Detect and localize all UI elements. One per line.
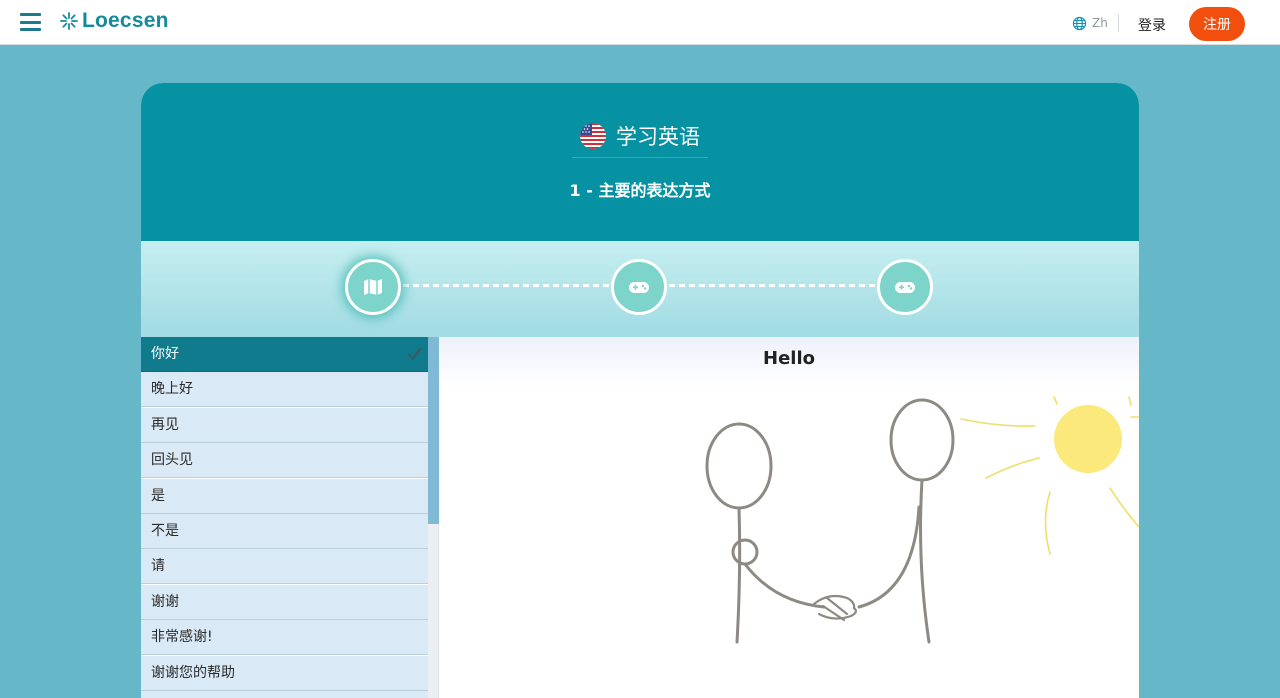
lesson-title: 1 - 主要的表达方式: [569, 181, 711, 200]
step-map-button[interactable]: [345, 259, 401, 315]
sun-icon: [960, 396, 1139, 555]
phrase-label: 请: [151, 558, 165, 575]
progress-track: [141, 241, 1139, 337]
progress-connector: [669, 284, 879, 287]
phrase-label: 谢谢: [151, 593, 179, 610]
login-link[interactable]: 登录: [1138, 15, 1166, 35]
phrase-label: 不是: [151, 523, 179, 539]
phrase-label: 再见: [151, 416, 179, 433]
phrase-label: 晚上好: [151, 381, 193, 398]
menu-icon[interactable]: [20, 13, 41, 31]
step-game-button[interactable]: [877, 259, 933, 315]
phrase-label: 非常感谢!: [151, 629, 213, 646]
phrase-item[interactable]: 晚上好: [141, 372, 428, 408]
phrase-item[interactable]: 不是: [141, 514, 428, 549]
phrase-list-scrollbar[interactable]: [428, 337, 439, 698]
gamepad-icon: [895, 282, 915, 293]
course-title-text: 学习英语: [616, 125, 700, 149]
logo-text: Loecsen: [82, 9, 169, 32]
phrase-item[interactable]: [141, 691, 428, 698]
phrase-display: Hello: [439, 337, 1139, 698]
title-divider: [572, 157, 708, 158]
stick-figure-right: [857, 398, 955, 644]
phrase-label: 你好: [151, 346, 179, 362]
lesson-card: 学习英语 1 - 主要的表达方式 你好 晚上好 再见 回头见 是 不是 请 谢谢…: [141, 83, 1139, 698]
phrase-item[interactable]: 谢谢您的帮助: [141, 655, 428, 691]
language-selector[interactable]: Zh: [1072, 14, 1119, 32]
globe-icon: [1072, 16, 1087, 30]
us-flag-icon: [580, 123, 606, 149]
map-icon: [364, 279, 382, 295]
logo[interactable]: Loecsen: [59, 9, 169, 33]
phrase-label: 回头见: [151, 452, 193, 469]
course-title: 学习英语: [141, 121, 1139, 151]
phrase-item[interactable]: 谢谢: [141, 584, 428, 620]
language-label: Zh: [1092, 16, 1108, 30]
progress-connector: [403, 284, 613, 287]
checkmark-icon: [407, 347, 422, 360]
logo-star-icon: [60, 12, 78, 30]
gamepad-icon: [629, 282, 649, 293]
phrase-word: Hello: [763, 348, 815, 369]
phrase-label: 谢谢您的帮助: [151, 664, 235, 681]
phrase-item[interactable]: 回头见: [141, 443, 428, 479]
step-game-button[interactable]: [611, 259, 667, 315]
phrase-item[interactable]: 是: [141, 478, 428, 514]
phrase-item[interactable]: 请: [141, 549, 428, 585]
phrase-list: 你好 晚上好 再见 回头见 是 不是 请 谢谢 非常感谢! 谢谢您的帮助: [141, 337, 428, 698]
scrollbar-thumb[interactable]: [428, 337, 439, 524]
top-bar: Loecsen Zh 登录 注册: [0, 0, 1280, 45]
phrase-item[interactable]: 再见: [141, 407, 428, 443]
handshake-illustration: [705, 396, 1139, 644]
phrase-label: 是: [151, 487, 165, 504]
lesson-header: 学习英语 1 - 主要的表达方式: [141, 83, 1139, 241]
phrase-item[interactable]: 非常感谢!: [141, 620, 428, 656]
phrase-item[interactable]: 你好: [141, 337, 428, 372]
stick-figure-left: [705, 422, 826, 644]
signup-button[interactable]: 注册: [1189, 7, 1245, 41]
